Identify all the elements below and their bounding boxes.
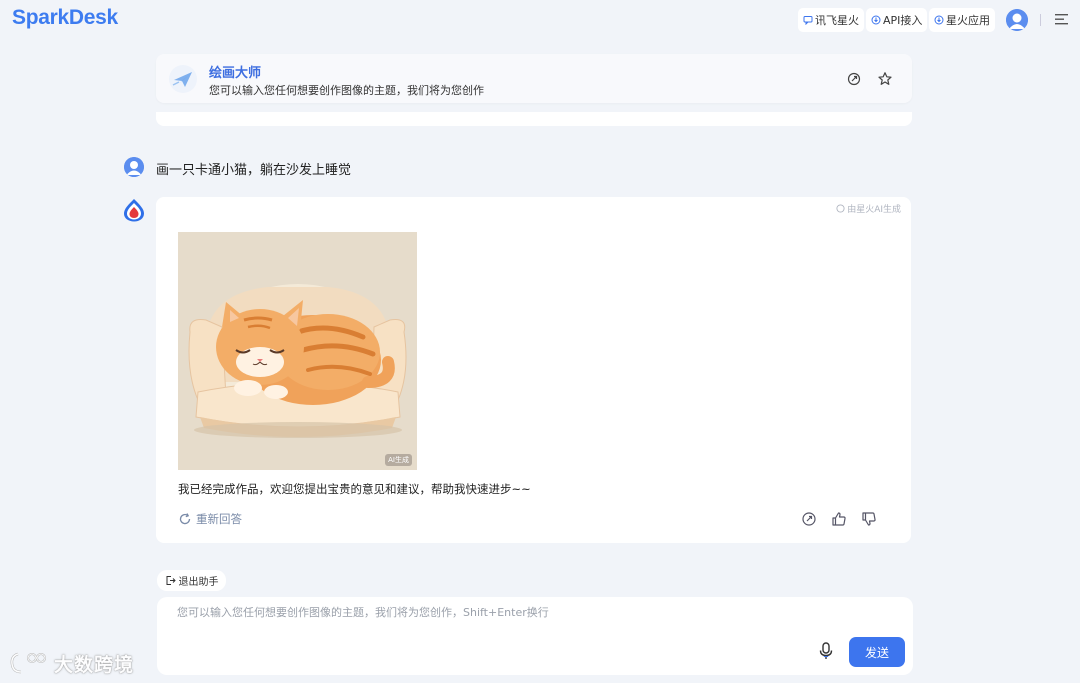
microphone-icon[interactable]: [819, 642, 833, 660]
chat-icon: [803, 16, 813, 25]
thumbs-up-icon[interactable]: [831, 511, 847, 527]
watermark-logo: 大数跨境: [8, 648, 134, 678]
share-icon[interactable]: [846, 71, 862, 87]
watermark-text: 大数跨境: [54, 653, 135, 676]
ai-generated-tag: 由星火AI生成: [836, 202, 901, 215]
top-bar: SparkDesk 讯飞星火 API接入 星火应用: [0, 0, 1080, 40]
paper-plane-icon: [169, 65, 197, 93]
user-message: 画一只卡通小猫，躺在沙发上睡觉: [156, 163, 352, 178]
user-avatar-button[interactable]: [1006, 9, 1028, 31]
api-access-link[interactable]: API接入: [866, 8, 928, 32]
bot-response-card: 由星火AI生成 AI生成 我已经完成作品，欢迎您提出宝贵的意见和建议，帮助我快速…: [156, 197, 911, 543]
regenerate-label: 重新回答: [196, 512, 242, 526]
assistant-card-footer: [156, 112, 912, 126]
refresh-icon: [179, 513, 191, 525]
xunfei-spark-label: 讯飞星火: [815, 14, 859, 27]
watermark-icon: [10, 652, 46, 674]
star-icon[interactable]: [877, 71, 893, 87]
bot-message-text: 我已经完成作品，欢迎您提出宝贵的意见和建议，帮助我快速进步~~: [178, 482, 531, 496]
prompt-input[interactable]: [177, 604, 817, 634]
exit-assistant-button[interactable]: 退出助手: [157, 570, 226, 591]
thumbs-down-icon[interactable]: [861, 511, 877, 527]
apps-icon: [934, 15, 944, 25]
chat-input-box: 发送: [157, 597, 913, 675]
spark-apps-label: 星火应用: [946, 14, 990, 27]
header-divider: [1040, 14, 1041, 26]
user-avatar: [124, 157, 144, 177]
send-button[interactable]: 发送: [849, 637, 905, 667]
api-icon: [871, 15, 881, 25]
info-icon: [836, 204, 845, 213]
ai-tag-label: 由星火AI生成: [847, 205, 901, 215]
share-icon[interactable]: [801, 511, 817, 527]
spark-apps-link[interactable]: 星火应用: [929, 8, 995, 32]
spark-bot-icon: [124, 199, 144, 222]
assistant-title: 绘画大师: [209, 66, 262, 81]
generated-cat-image[interactable]: AI生成: [178, 232, 417, 470]
sleeping-cat-illustration: [178, 232, 417, 470]
user-icon: [124, 157, 144, 177]
exit-assistant-label: 退出助手: [178, 577, 219, 588]
ai-generated-badge: AI生成: [385, 454, 412, 466]
user-icon: [1006, 9, 1028, 31]
api-access-label: API接入: [883, 14, 923, 27]
menu-icon[interactable]: [1054, 12, 1070, 26]
sparkdesk-logo[interactable]: SparkDesk: [12, 6, 118, 30]
xunfei-spark-link[interactable]: 讯飞星火: [798, 8, 864, 32]
assistant-description: 您可以输入您任何想要创作图像的主题，我们将为您创作: [209, 84, 484, 97]
assistant-card: 绘画大师 您可以输入您任何想要创作图像的主题，我们将为您创作: [156, 54, 912, 103]
regenerate-button[interactable]: 重新回答: [178, 511, 242, 527]
exit-icon: [166, 576, 176, 585]
